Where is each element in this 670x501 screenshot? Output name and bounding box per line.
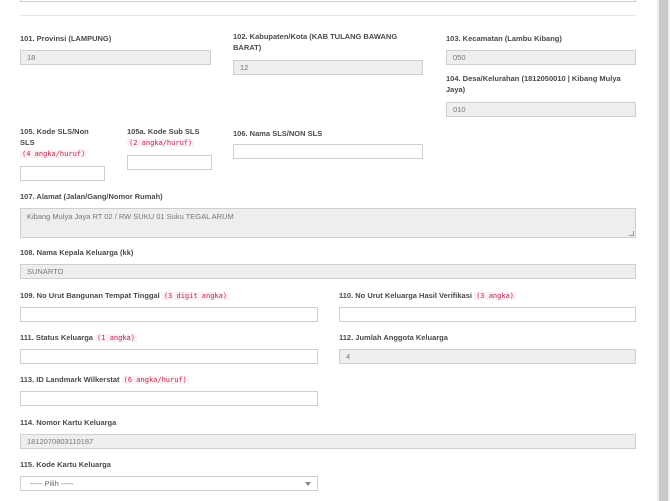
field-111-label-text: 111. Status Keluarga [20,333,93,342]
field-102-input[interactable]: 12 [233,60,423,75]
field-115-select[interactable]: ----- Pilih ----- [20,476,318,491]
field-112-label: 112. Jumlah Anggota Keluarga [339,333,448,342]
field-107-textarea[interactable]: Kibang Mulya Jaya RT 02 / RW SUKU 01 Suk… [20,208,636,238]
field-110-label: 110. No Urut Keluarga Hasil Verifikasi (… [339,290,517,302]
field-107-label: 107. Alamat (Jalan/Gang/Nomor Rumah) [20,192,163,201]
field-105-label-text: 105. Kode SLS/Non SLS [20,127,89,147]
scrollbar-thumb[interactable] [659,0,668,501]
field-110-input[interactable] [339,307,636,322]
field-105-hint: (4 angka/huruf) [20,150,88,158]
field-109-hint: (3 digit angka) [161,292,230,300]
field-113-input[interactable] [20,391,318,406]
field-105a-input[interactable] [127,155,212,170]
field-108-label: 108. Nama Kepala Keluarga (kk) [20,248,134,257]
field-105-input[interactable] [20,166,105,181]
field-111-input[interactable] [20,349,318,364]
field-105a-label-text: 105a. Kode Sub SLS [127,127,200,136]
field-106-input[interactable] [233,144,423,159]
field-102-label: 102. Kabupaten/Kota (KAB TULANG BAWANG B… [233,32,398,52]
field-110-hint: (3 angka) [474,292,517,300]
chevron-down-icon [305,482,311,486]
field-115-label: 115. Kode Kartu Keluarga [20,460,111,469]
field-104-label: 104. Desa/Kelurahan (1812050010 | Kibang… [446,74,621,94]
field-111-label: 111. Status Keluarga (1 angka) [20,332,137,344]
field-114-input[interactable]: 1812070803110187 [20,434,636,449]
field-104-input[interactable]: 010 [446,102,636,117]
field-109-label: 109. No Urut Bangunan Tempat Tinggal (3 … [20,290,230,302]
field-103-label: 103. Kecamatan (Lambu Kibang) [446,34,562,43]
field-111-hint: (1 angka) [95,334,137,342]
field-101-input[interactable]: 18 [20,50,211,65]
field-105a-label: 105a. Kode Sub SLS (2 angka/huruf) [127,126,217,149]
field-110-label-text: 110. No Urut Keluarga Hasil Verifikasi [339,291,472,300]
field-115-selected: ----- Pilih ----- [30,479,74,488]
resize-grip-icon[interactable] [629,231,634,236]
field-113-label: 113. ID Landmark Wilkerstat (6 angka/hur… [20,374,189,386]
field-105a-hint: (2 angka/huruf) [127,139,195,147]
top-partial-field [20,0,636,2]
field-109-label-text: 109. No Urut Bangunan Tempat Tinggal [20,291,160,300]
field-114-label: 114. Nomor Kartu Keluarga [20,418,117,427]
field-108-input[interactable]: SUNARTO [20,264,636,279]
field-105-label: 105. Kode SLS/Non SLS (4 angka/huruf) [20,126,100,160]
field-113-hint: (6 angka/huruf) [121,376,189,384]
section-divider [20,15,636,16]
field-103-input[interactable]: 050 [446,50,636,65]
field-109-input[interactable] [20,307,318,322]
field-113-label-text: 113. ID Landmark Wilkerstat [20,375,120,384]
field-101-label: 101. Provinsi (LAMPUNG) [20,34,112,43]
field-112-input[interactable]: 4 [339,349,636,364]
field-106-label: 106. Nama SLS/NON SLS [233,129,323,138]
field-107-value: Kibang Mulya Jaya RT 02 / RW SUKU 01 Suk… [27,212,234,221]
